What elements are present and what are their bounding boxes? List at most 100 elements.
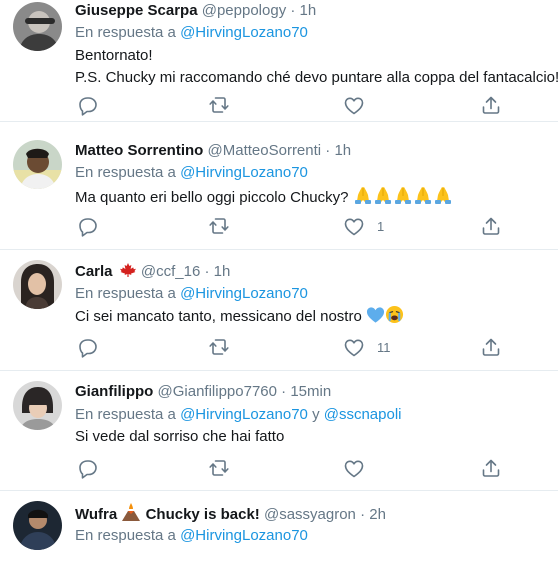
avatar[interactable] (13, 501, 62, 550)
maple-leaf-flag-icon (119, 263, 136, 277)
share-button[interactable] (480, 94, 502, 116)
folded-hands-emoji (394, 186, 412, 205)
timestamp[interactable]: 15min (290, 383, 331, 400)
folded-hands-emoji (434, 186, 452, 205)
retweet-button[interactable] (208, 94, 230, 116)
like-button[interactable]: 11 (343, 336, 391, 358)
reply-context: En respuesta a @HirvingLozano70 (75, 22, 308, 44)
avatar[interactable] (13, 140, 62, 189)
like-icon (344, 218, 364, 236)
share-icon (482, 459, 500, 477)
retweet-icon (209, 339, 229, 355)
like-button[interactable]: 1 (343, 215, 384, 237)
timestamp[interactable]: 2h (369, 506, 386, 523)
author-handle[interactable]: @peppology (202, 2, 286, 19)
like-icon (344, 97, 364, 115)
retweet-button[interactable] (208, 215, 230, 237)
separator-dot: · (204, 263, 210, 280)
like-button[interactable] (343, 94, 377, 116)
volcano-emoji (122, 503, 141, 521)
avatar[interactable] (13, 2, 62, 51)
tweet[interactable]: Carla @ccf_16 · 1h En respuesta a @Hirvi… (0, 250, 558, 371)
retweet-icon (209, 218, 229, 234)
author-handle[interactable]: @Gianfilippo7760 (158, 383, 277, 400)
tweet-actions (75, 94, 505, 116)
avatar[interactable] (13, 260, 62, 309)
retweet-icon (209, 460, 229, 476)
author-name[interactable]: Carla (75, 263, 113, 280)
reply-prefix: En respuesta a (75, 406, 176, 423)
reply-button[interactable] (76, 336, 98, 358)
mention-link[interactable]: @HirvingLozano70 (180, 285, 308, 302)
reply-context: En respuesta a @HirvingLozano70 (75, 162, 308, 184)
folded-hands-emoji (354, 186, 372, 205)
like-icon (344, 339, 364, 357)
folded-hands-emoji (374, 186, 392, 205)
mention-link[interactable]: @sscnapoli (324, 406, 402, 423)
share-button[interactable] (480, 457, 502, 479)
like-count: 11 (377, 339, 391, 355)
share-button[interactable] (480, 336, 502, 358)
reply-icon (79, 460, 97, 479)
share-icon (482, 338, 500, 356)
author-name[interactable]: Giuseppe Scarpa (75, 2, 198, 19)
tweet[interactable]: Wufra Chucky is back! @sassyagron · 2h E… (0, 491, 558, 571)
share-button[interactable] (480, 215, 502, 237)
separator-dot: · (281, 383, 287, 400)
retweet-button[interactable] (208, 336, 230, 358)
reply-icon (79, 339, 97, 358)
reply-conjunction: y (312, 406, 320, 423)
reply-prefix: En respuesta a (75, 285, 176, 302)
mention-link[interactable]: @HirvingLozano70 (180, 24, 308, 41)
like-button[interactable] (343, 457, 377, 479)
like-count: 1 (377, 218, 385, 234)
mention-link[interactable]: @HirvingLozano70 (180, 164, 308, 181)
tweet-text: Bentornato! P.S. Chucky mi raccomando ch… (75, 45, 558, 89)
avatar[interactable] (13, 381, 62, 430)
tweet-text-line: P.S. Chucky mi raccomando ché devo punta… (75, 69, 558, 86)
author-name[interactable]: Wufra (75, 506, 117, 523)
tweet-text-line: Ma quanto eri bello oggi piccolo Chucky? (75, 185, 552, 209)
tweet-actions: 11 (75, 336, 505, 358)
reply-prefix: En respuesta a (75, 527, 176, 544)
timestamp[interactable]: 1h (334, 142, 351, 159)
reply-button[interactable] (76, 215, 98, 237)
share-icon (482, 96, 500, 114)
like-icon (344, 460, 364, 478)
reply-context: En respuesta a @HirvingLozano70 (75, 283, 308, 305)
tweet-actions (75, 457, 505, 479)
tweet-text-content: Ma quanto eri bello oggi piccolo Chucky? (75, 189, 349, 206)
tweet[interactable]: Gianfilippo @Gianfilippo7760 · 15min En … (0, 371, 558, 491)
crying-face-emoji (385, 305, 404, 324)
tweet-text: Si vede dal sorriso che hai fatto (75, 426, 552, 448)
author-handle[interactable]: @ccf_16 (141, 263, 200, 280)
retweet-icon (209, 97, 229, 113)
reply-context: En respuesta a @HirvingLozano70 y @sscna… (75, 404, 402, 426)
reply-icon (79, 97, 97, 116)
share-icon (482, 217, 500, 235)
mention-link[interactable]: @HirvingLozano70 (180, 406, 308, 423)
author-name-suffix[interactable]: Chucky is back! (146, 506, 260, 523)
tweet-text: Ci sei mancato tanto, messicano del nost… (75, 305, 552, 328)
reply-prefix: En respuesta a (75, 164, 176, 181)
tweet-text-line: Ci sei mancato tanto, messicano del nost… (75, 305, 552, 328)
tweet-text-line: Si vede dal sorriso che hai fatto (75, 428, 285, 445)
timestamp[interactable]: 1h (300, 2, 317, 19)
author-name[interactable]: Gianfilippo (75, 383, 153, 400)
reply-button[interactable] (76, 94, 98, 116)
tweet-text-content: Ci sei mancato tanto, messicano del nost… (75, 308, 362, 325)
author-name[interactable]: Matteo Sorrentino (75, 142, 203, 159)
reply-button[interactable] (76, 457, 98, 479)
reply-icon (79, 218, 97, 237)
tweet-text: Ma quanto eri bello oggi piccolo Chucky? (75, 185, 552, 209)
separator-dot: · (325, 142, 331, 159)
author-handle[interactable]: @sassyagron (264, 506, 356, 523)
mention-link[interactable]: @HirvingLozano70 (180, 527, 308, 544)
author-handle[interactable]: @MatteoSorrenti (208, 142, 322, 159)
timestamp[interactable]: 1h (214, 263, 231, 280)
tweet[interactable]: Giuseppe Scarpa @peppology · 1h En respu… (0, 0, 558, 122)
separator-dot: · (360, 506, 366, 523)
reply-prefix: En respuesta a (75, 24, 176, 41)
retweet-button[interactable] (208, 457, 230, 479)
tweet[interactable]: Matteo Sorrentino @MatteoSorrenti · 1h E… (0, 123, 558, 250)
